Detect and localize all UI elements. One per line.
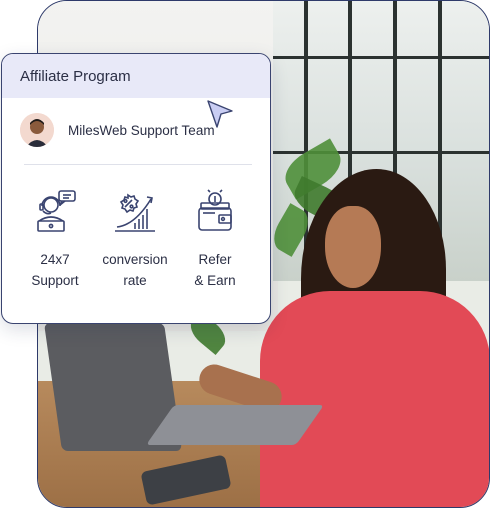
feature-refer-line1: Refer: [198, 252, 232, 267]
feature-conversion-line1: conversion: [102, 252, 168, 267]
feature-support: 24x7 Support: [16, 187, 94, 291]
card-title: Affiliate Program: [20, 67, 131, 85]
feature-support-line2: Support: [31, 273, 79, 288]
wallet-coins-icon: [193, 187, 237, 233]
feature-conversion: conversion rate: [96, 187, 174, 291]
headset-agent-icon: [33, 187, 77, 233]
percent-growth-chart-icon: [113, 187, 157, 233]
feature-refer: Refer & Earn: [176, 187, 254, 291]
card-header: Affiliate Program: [2, 54, 270, 98]
team-name: MilesWeb Support Team: [68, 122, 215, 138]
feature-support-line1: 24x7: [40, 252, 70, 267]
avatar: [20, 113, 54, 147]
feature-refer-line2: & Earn: [194, 273, 236, 288]
affiliate-card: Affiliate Program MilesWeb Support Team: [1, 53, 271, 324]
feature-conversion-line2: rate: [123, 273, 147, 288]
cursor-pointer-icon: [207, 100, 233, 128]
feature-list: 24x7 Support conversion rate Refer & Ear…: [2, 165, 270, 291]
